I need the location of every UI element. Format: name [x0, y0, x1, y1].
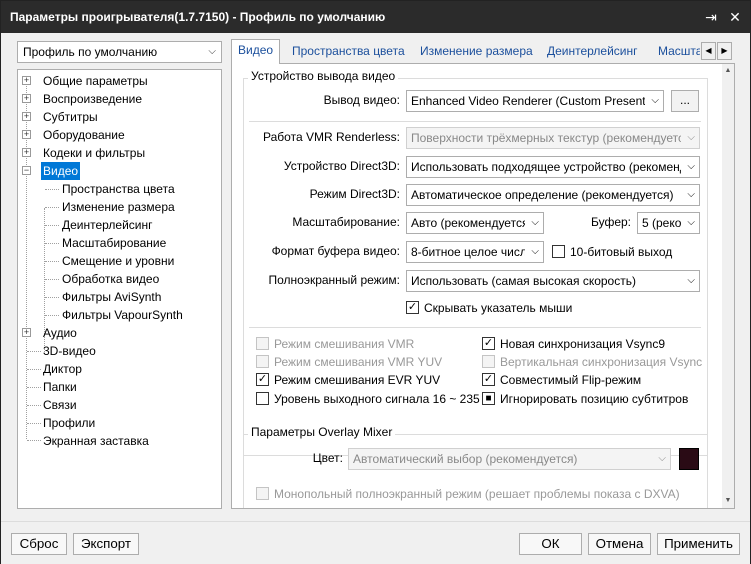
checkmark-icon[interactable]: ✓ [482, 337, 495, 350]
expand-icon[interactable]: + [22, 94, 31, 103]
separator [249, 327, 701, 328]
tree-item-folders[interactable]: Папки [43, 378, 77, 396]
tree-item-resize[interactable]: Изменение размера [62, 198, 175, 216]
output-group-title: Устройство вывода видео [248, 69, 399, 83]
chevron-down-icon: ⌵ [531, 217, 539, 228]
scaling-label: Масштабирование: [292, 215, 400, 229]
tab-scroll-left-icon[interactable]: ◀ [701, 42, 716, 60]
vmr-label: Работа VMR Renderless: [263, 130, 400, 144]
settings-tree: + Общие параметры + Воспроизведение + Су… [17, 69, 222, 509]
expand-icon[interactable]: + [22, 130, 31, 139]
chevron-down-icon: ⌵ [651, 95, 659, 106]
window-title: Параметры проигрывателя(1.7.7150) - Проф… [10, 10, 386, 24]
overlay-group-title: Параметры Overlay Mixer [248, 425, 396, 439]
checkmark-icon[interactable]: ✓ [256, 373, 269, 386]
scroll-up-icon[interactable]: ▲ [722, 66, 734, 76]
tree-item-screensaver[interactable]: Экранная заставка [43, 432, 149, 450]
indeterminate-square-icon[interactable]: ■ [482, 392, 495, 405]
tree-item-avisynth[interactable]: Фильтры AviSynth [62, 288, 161, 306]
title-bar: Параметры проигрывателя(1.7.7150) - Проф… [1, 1, 750, 33]
tree-item-colorspaces[interactable]: Пространства цвета [62, 180, 175, 198]
cancel-button[interactable]: Отмена [588, 533, 651, 555]
tab-deinterlace[interactable]: Деинтерлейсинг [541, 41, 644, 63]
chevron-down-icon: ⌵ [687, 217, 695, 228]
chevron-down-icon: ⌵ [687, 161, 695, 172]
format-label: Формат буфера видео: [271, 244, 400, 258]
d3d-mode-label: Режим Direct3D: [309, 187, 400, 201]
chevron-down-icon: ⌵ [687, 132, 695, 143]
chevron-down-icon: ⌵ [687, 189, 695, 200]
color-dropdown[interactable]: Автоматический выбор (рекомендуется) ⌵ [348, 448, 671, 470]
pin-icon[interactable]: ⇥ [701, 7, 721, 27]
fullscreen-dropdown[interactable]: Использовать (самая высокая скорость) ⌵ [406, 270, 700, 292]
checkmark-icon[interactable]: ✓ [482, 373, 495, 386]
scaling-dropdown[interactable]: Авто (рекомендуется) ⌵ [406, 212, 544, 234]
expand-icon[interactable]: + [22, 76, 31, 85]
checkbox-box[interactable] [552, 245, 565, 258]
vmr-dropdown[interactable]: Поверхности трёхмерных текстур (рекоменд… [406, 127, 700, 149]
chevron-down-icon: ⌵ [208, 46, 216, 57]
color-swatch[interactable] [679, 448, 699, 470]
scroll-down-icon[interactable]: ▼ [722, 496, 734, 506]
output-dropdown[interactable]: Enhanced Video Renderer (Custom Present)… [406, 90, 664, 112]
format-dropdown[interactable]: 8-битное целое число ⌵ [406, 241, 544, 263]
tree-item-processing[interactable]: Обработка видео [62, 270, 159, 288]
chevron-down-icon: ⌵ [531, 246, 539, 257]
collapse-icon[interactable]: − [22, 166, 31, 175]
tree-item-scaling[interactable]: Масштабирование [62, 234, 166, 252]
buffer-dropdown[interactable]: 5 (рекомендуется)⌵ [637, 212, 700, 234]
chevron-down-icon: ⌵ [687, 275, 695, 286]
tab-strip: Видео Пространства цвета Изменение разме… [231, 39, 737, 64]
tab-scaling[interactable]: Масштабирование [652, 41, 700, 63]
panel-scrollbar[interactable]: ▲ ▼ [722, 64, 734, 508]
separator [249, 121, 701, 122]
reset-button[interactable]: Сброс [11, 533, 67, 555]
tree-item-vapoursynth[interactable]: Фильтры VapourSynth [62, 306, 183, 324]
tree-item-deinterlace[interactable]: Деинтерлейсинг [62, 216, 153, 234]
apply-button[interactable]: Применить [657, 533, 740, 555]
output-settings-button[interactable]: ... [671, 90, 699, 112]
tree-item-narrator[interactable]: Диктор [43, 360, 82, 378]
output-label: Вывод видео: [323, 93, 400, 107]
d3d-device-dropdown[interactable]: Использовать подходящее устройство (реко… [406, 156, 700, 178]
chevron-down-icon: ⌵ [658, 453, 666, 464]
settings-window: Параметры проигрывателя(1.7.7150) - Проф… [0, 0, 751, 564]
export-button[interactable]: Экспорт [73, 533, 139, 555]
tree-item-associations[interactable]: Связи [43, 396, 77, 414]
footer-separator [1, 521, 750, 522]
dialog-body: Профиль по умолчанию ⌵ + Общие параметры… [1, 33, 750, 564]
tree-item-profiles[interactable]: Профили [43, 414, 95, 432]
tab-scroll-right-icon[interactable]: ▶ [717, 42, 732, 60]
tab-video[interactable]: Видео [231, 39, 280, 64]
profile-dropdown[interactable]: Профиль по умолчанию ⌵ [17, 41, 222, 63]
close-icon[interactable]: ✕ [725, 7, 745, 27]
expand-icon[interactable]: + [22, 112, 31, 121]
buffer-label: Буфер: [590, 215, 631, 229]
fullscreen-label: Полноэкранный режим: [268, 273, 400, 287]
tree-item-3d[interactable]: 3D-видео [43, 342, 96, 360]
tree-item-offsets[interactable]: Смещение и уровни [62, 252, 174, 270]
video-panel: ▲ ▼ Устройство вывода видео Вывод видео:… [231, 63, 735, 509]
expand-icon[interactable]: + [22, 148, 31, 157]
d3d-mode-dropdown[interactable]: Автоматическое определение (рекомендуетс… [406, 184, 700, 206]
color-label: Цвет: [312, 451, 343, 465]
d3d-device-label: Устройство Direct3D: [283, 159, 400, 173]
profile-dropdown-value: Профиль по умолчанию [23, 45, 158, 59]
expand-icon[interactable]: + [22, 328, 31, 337]
ok-button[interactable]: ОК [519, 533, 582, 555]
tab-colorspaces[interactable]: Пространства цвета [286, 41, 411, 63]
tab-resize[interactable]: Изменение размера [414, 41, 539, 63]
checkmark-icon[interactable]: ✓ [406, 301, 419, 314]
